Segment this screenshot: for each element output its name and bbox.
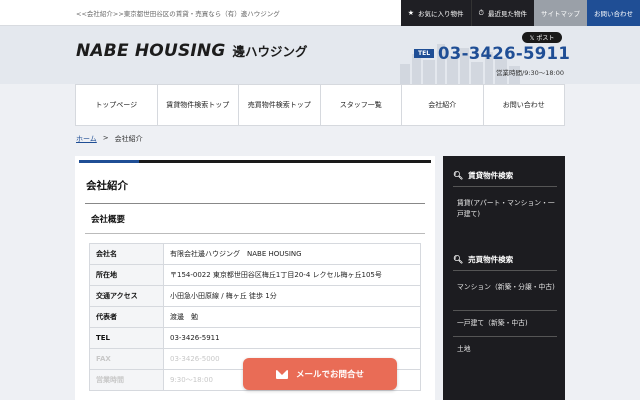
sidebar-sale-heading: 🔍︎ 売買物件検索 bbox=[453, 254, 513, 265]
title-accent bbox=[79, 160, 139, 163]
sidebar-link-label: 土地 bbox=[457, 345, 471, 353]
sidebar-divider bbox=[453, 336, 557, 337]
logo-english: NABE HOUSING bbox=[76, 41, 226, 61]
row-key: FAX bbox=[89, 348, 164, 370]
table-row: 会社名 有限会社邊ハウジング NABE HOUSING bbox=[89, 243, 421, 265]
sidebar-link-label: 一戸建て（新築・中古) bbox=[457, 319, 528, 327]
sidebar-divider bbox=[453, 270, 557, 271]
nav-staff-list[interactable]: スタッフ一覧 bbox=[321, 85, 402, 125]
sitemap-label: サイトマップ bbox=[541, 10, 580, 18]
sidebar-link-house[interactable]: 一戸建て（新築・中古) bbox=[457, 318, 557, 329]
contact-label: お問い合わせ bbox=[594, 10, 633, 18]
site-header: NABE HOUSING 邊ハウジング 𝕏 ポスト TEL 03-3426-59… bbox=[0, 26, 640, 84]
title-divider bbox=[85, 203, 425, 204]
section-divider bbox=[85, 233, 425, 234]
sidebar-rental-heading: 🔍︎ 賃貸物件検索 bbox=[453, 170, 513, 181]
row-value: 03-3426-5911 bbox=[163, 327, 421, 349]
page-title: 会社紹介 bbox=[86, 180, 128, 192]
row-value: 渡邊 勉 bbox=[163, 306, 421, 328]
row-key: 営業時間 bbox=[89, 369, 164, 391]
sidebar: 🔍︎ 賃貸物件検索 賃貸(アパート・マンション・一戸建て) 🔍︎ 売買物件検索 … bbox=[443, 156, 565, 400]
recently-viewed-label: 最近見た物件 bbox=[488, 10, 527, 18]
table-row: 代表者 渡邊 勉 bbox=[89, 306, 421, 328]
contact-link[interactable]: お問い合わせ bbox=[587, 0, 640, 26]
nav-top-page[interactable]: トップページ bbox=[76, 85, 158, 125]
sidebar-link-label: 賃貸(アパート・マンション・一戸建て) bbox=[457, 199, 555, 218]
favorite-properties-link[interactable]: ★ お気に入り物件 bbox=[400, 0, 471, 26]
top-breadcrumb-text: <<会社紹介>>東京都世田谷区の賃貸・売買なら（有）邊ハウジング bbox=[76, 10, 280, 18]
table-row: 所在地 〒154-0022 東京都世田谷区梅丘1丁目20-4 レクセル梅ヶ丘10… bbox=[89, 264, 421, 286]
table-row: TEL 03-3426-5911 bbox=[89, 327, 421, 349]
nav-contact[interactable]: お問い合わせ bbox=[484, 85, 565, 125]
phone-contact[interactable]: TEL 03-3426-5911 bbox=[414, 44, 570, 63]
top-links: ★ お気に入り物件 ⏱ 最近見た物件 サイトマップ お問い合わせ bbox=[400, 0, 640, 26]
search-icon: 🔍︎ bbox=[453, 255, 464, 264]
top-bar: <<会社紹介>>東京都世田谷区の賃貸・売買なら（有）邊ハウジング ★ お気に入り… bbox=[0, 0, 640, 26]
favorite-properties-label: お気に入り物件 bbox=[418, 10, 464, 18]
clock-icon: ⏱ bbox=[478, 8, 484, 17]
sidebar-link-rental[interactable]: 賃貸(アパート・マンション・一戸建て) bbox=[457, 198, 557, 220]
sidebar-divider bbox=[453, 186, 557, 187]
nav-rental-search[interactable]: 賃貸物件検索トップ bbox=[158, 85, 239, 125]
logo-japanese: 邊ハウジング bbox=[232, 44, 308, 59]
row-key: 所在地 bbox=[89, 264, 164, 286]
row-value: 〒154-0022 東京都世田谷区梅丘1丁目20-4 レクセル梅ヶ丘105号 bbox=[163, 264, 421, 286]
sidebar-rental-title: 賃貸物件検索 bbox=[468, 171, 514, 180]
breadcrumb-home[interactable]: ホーム bbox=[76, 134, 97, 144]
tel-badge: TEL bbox=[414, 49, 435, 58]
business-hours: 営業時間/9:30～18:00 bbox=[496, 69, 565, 77]
row-key: TEL bbox=[89, 327, 164, 349]
nav-company[interactable]: 会社紹介 bbox=[402, 85, 484, 125]
table-row: 交通アクセス 小田急小田原線 / 梅ヶ丘 徒歩 1分 bbox=[89, 285, 421, 307]
envelope-icon bbox=[275, 369, 288, 379]
sidebar-link-land[interactable]: 土地 bbox=[457, 344, 557, 355]
mail-inquiry-button[interactable]: メールでお問合せ bbox=[243, 358, 397, 390]
title-top-line bbox=[79, 160, 431, 163]
star-icon: ★ bbox=[407, 9, 415, 17]
x-post-button[interactable]: 𝕏 ポスト bbox=[522, 32, 562, 43]
recently-viewed-link[interactable]: ⏱ 最近見た物件 bbox=[470, 0, 534, 26]
sidebar-link-label: マンション（新築・分譲・中古) bbox=[457, 283, 555, 291]
sidebar-sale-title: 売買物件検索 bbox=[468, 255, 514, 264]
row-key: 交通アクセス bbox=[89, 285, 164, 307]
main-nav: トップページ 賃貸物件検索トップ 売買物件検索トップ スタッフ一覧 会社紹介 お… bbox=[75, 84, 565, 126]
sitemap-link[interactable]: サイトマップ bbox=[534, 0, 587, 26]
breadcrumb-current: 会社紹介 bbox=[114, 135, 143, 143]
breadcrumb-separator: > bbox=[102, 134, 109, 142]
breadcrumb: ホーム > 会社紹介 bbox=[76, 134, 143, 144]
sidebar-link-mansion[interactable]: マンション（新築・分譲・中古) bbox=[457, 282, 557, 293]
row-key: 代表者 bbox=[89, 306, 164, 328]
row-key: 会社名 bbox=[89, 243, 164, 265]
sidebar-divider bbox=[453, 310, 557, 311]
search-icon: 🔍︎ bbox=[453, 171, 464, 180]
nav-sale-search[interactable]: 売買物件検索トップ bbox=[239, 85, 321, 125]
row-value: 小田急小田原線 / 梅ヶ丘 徒歩 1分 bbox=[163, 285, 421, 307]
phone-number: 03-3426-5911 bbox=[438, 44, 571, 63]
site-logo[interactable]: NABE HOUSING 邊ハウジング bbox=[76, 41, 308, 61]
row-value: 有限会社邊ハウジング NABE HOUSING bbox=[163, 243, 421, 265]
mail-inquiry-label: メールでお問合せ bbox=[295, 370, 364, 380]
section-title: 会社概要 bbox=[91, 215, 126, 225]
